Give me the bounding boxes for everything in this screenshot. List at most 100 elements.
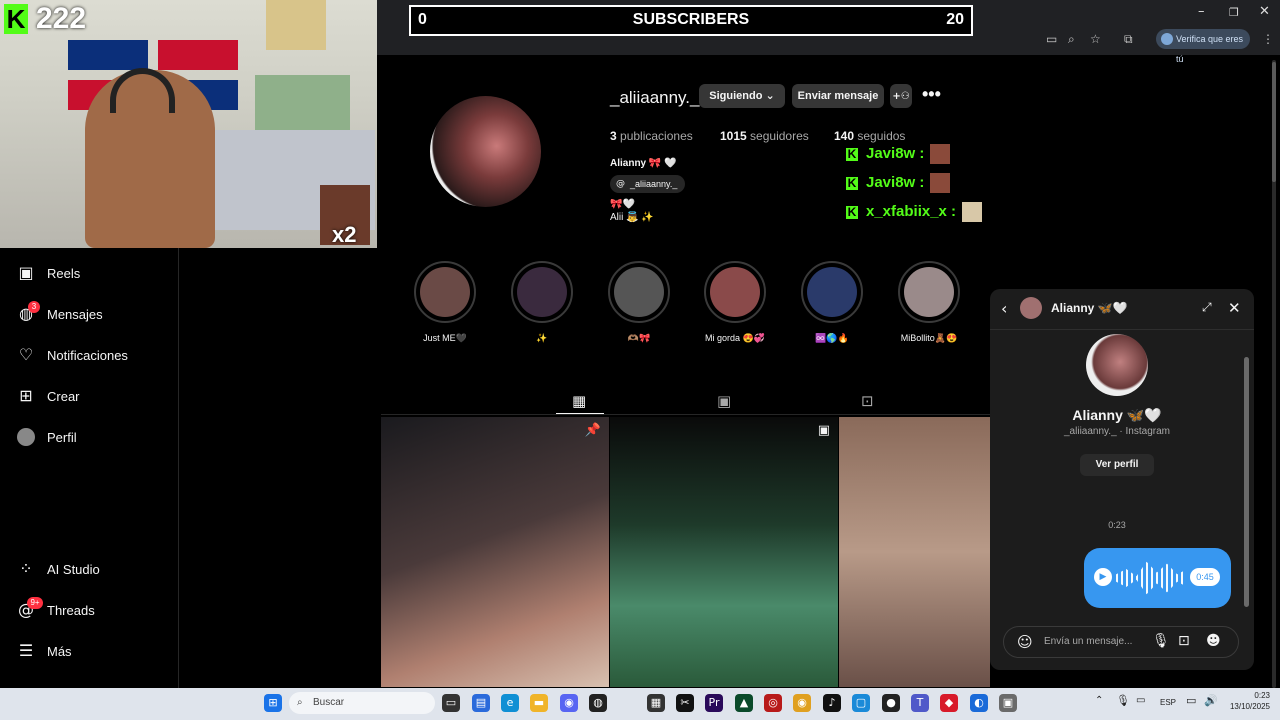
post-thumbnail[interactable]: ▣ xyxy=(610,417,838,687)
chat-header: ‹ Alianny 🦋🤍 ⤢ ✕ xyxy=(990,289,1254,330)
extensions-icon[interactable]: ⧉ xyxy=(1124,32,1133,47)
reels-tab-icon[interactable]: ▣ xyxy=(717,392,731,410)
post-thumbnail[interactable] xyxy=(839,417,990,687)
minimize-icon[interactable]: – xyxy=(1198,4,1205,19)
language-indicator[interactable]: ESP xyxy=(1160,698,1176,707)
task-view-icon[interactable]: ▭ xyxy=(442,694,460,712)
threads-small-icon: @ xyxy=(616,179,625,189)
discord-icon[interactable]: ◉ xyxy=(560,694,578,712)
view-profile-button[interactable]: Ver perfil xyxy=(1080,454,1154,476)
image-icon[interactable]: ⊡ xyxy=(1178,633,1190,649)
highlight-label: 🫶🏽🎀 xyxy=(627,333,651,343)
waveform-icon xyxy=(1116,561,1184,595)
obs-icon[interactable]: ● xyxy=(882,694,900,712)
profile-options-icon[interactable]: ••• xyxy=(922,84,941,105)
tiktok-icon[interactable]: ♪ xyxy=(823,694,841,712)
app-icon[interactable]: ▲ xyxy=(735,694,753,712)
premiere-icon[interactable]: Pr xyxy=(705,694,723,712)
clock-date: 13/10/2025 xyxy=(1229,702,1270,711)
app-icon[interactable]: ◍ xyxy=(589,694,607,712)
chat-title[interactable]: Alianny 🦋🤍 xyxy=(1051,301,1128,315)
volume-icon[interactable]: 🔊 xyxy=(1204,694,1218,707)
post-thumbnail[interactable]: 📌 xyxy=(381,417,609,687)
highlight-circle[interactable] xyxy=(414,261,476,323)
stat-posts: 3 publicaciones xyxy=(610,129,693,143)
profile-avatar-large[interactable] xyxy=(430,96,541,207)
highlight-circle[interactable] xyxy=(608,261,670,323)
sidebar-divider xyxy=(178,248,179,688)
verify-identity-chip[interactable]: Verifica que eres tú xyxy=(1156,29,1250,64)
send-message-button[interactable]: Enviar mensaje xyxy=(792,84,884,108)
stat-following[interactable]: 140 seguidos xyxy=(834,129,905,143)
heart-icon: ♡ xyxy=(18,345,34,364)
suggest-people-button[interactable]: +⚇ xyxy=(890,84,912,108)
close-icon[interactable]: ✕ xyxy=(1228,299,1241,317)
app-icon[interactable]: ▣ xyxy=(999,694,1017,712)
app-icon[interactable]: ◐ xyxy=(970,694,988,712)
profile-display-name: Alianny 🎀 🤍 xyxy=(610,158,677,169)
app-icon[interactable]: ▢ xyxy=(852,694,870,712)
keyboard-icon[interactable]: ▭ xyxy=(1136,695,1145,706)
chat-profile-subtitle: _aliiaanny._ · Instagram xyxy=(1064,426,1170,437)
page-scrollbar-thumb[interactable] xyxy=(1272,62,1276,182)
tagged-tab-icon[interactable]: ⊡ xyxy=(861,392,874,410)
browser-menu-icon[interactable]: ⋮ xyxy=(1262,32,1274,46)
play-icon[interactable]: ▶ xyxy=(1094,568,1112,586)
emote-image xyxy=(962,202,983,222)
windows-start-icon[interactable]: ⊞ xyxy=(264,694,282,712)
network-icon[interactable]: ▭ xyxy=(1186,694,1196,707)
back-arrow-icon[interactable]: ‹ xyxy=(1001,299,1007,318)
kick-chat-line: K Javi8w : xyxy=(846,144,951,164)
kick-viewer-count: 222 xyxy=(36,2,87,35)
kick-small-icon: K xyxy=(846,204,858,219)
chat-scrollbar[interactable] xyxy=(1244,357,1249,607)
chrome-icon[interactable]: ◉ xyxy=(793,694,811,712)
file-explorer-icon[interactable]: ▬ xyxy=(530,694,548,712)
add-person-icon: +⚇ xyxy=(892,91,910,102)
emote-image xyxy=(930,173,951,193)
tray-chevron-icon[interactable]: ⌃ xyxy=(1095,695,1103,706)
teams-icon[interactable]: T xyxy=(911,694,929,712)
grid-tab-icon[interactable]: ▦ xyxy=(572,392,586,410)
app-icon[interactable]: ▤ xyxy=(472,694,490,712)
highlight-circle[interactable] xyxy=(511,261,573,323)
chat-profile-avatar[interactable] xyxy=(1086,334,1148,396)
chat-avatar[interactable] xyxy=(1020,297,1042,319)
message-input[interactable]: Envía un mensaje... xyxy=(1044,636,1132,647)
zoom-icon[interactable]: ⌕ xyxy=(1068,32,1075,47)
microphone-tray-icon[interactable]: 🎙 xyxy=(1116,694,1130,707)
taskbar-search[interactable]: ⌕ Buscar xyxy=(289,692,435,714)
voice-message-bubble[interactable]: ▶ 0:45 xyxy=(1084,548,1231,608)
highlight-circle[interactable] xyxy=(704,261,766,323)
bookmark-star-icon[interactable]: ☆ xyxy=(1090,32,1101,46)
highlight-label: Mi gorda 😍💞 xyxy=(705,333,765,343)
search-icon: ⌕ xyxy=(297,697,303,708)
dm-chat-window: ‹ Alianny 🦋🤍 ⤢ ✕ Alianny 🦋🤍 _aliiaanny._… xyxy=(990,289,1254,670)
app-icon[interactable]: ▦ xyxy=(647,694,665,712)
windows-taskbar xyxy=(0,688,1280,720)
expand-icon[interactable]: ⤢ xyxy=(1202,300,1212,315)
message-input-bar: ☺ Envía un mensaje... 🎙 ⊡ ☻ xyxy=(1003,626,1239,658)
highlight-label: Just ME🖤 xyxy=(423,333,467,343)
message-timestamp: 0:23 xyxy=(1108,520,1126,530)
highlight-circle[interactable] xyxy=(801,261,863,323)
taskbar-clock[interactable]: 0:23 13/10/2025 xyxy=(1230,690,1270,712)
close-window-icon[interactable]: ✕ xyxy=(1259,4,1270,19)
profile-avatar xyxy=(17,428,35,446)
app-icon[interactable]: ◆ xyxy=(940,694,958,712)
maximize-icon[interactable]: ❐ xyxy=(1229,6,1239,19)
highlight-label: MiBollito🧸😍 xyxy=(900,333,958,343)
microphone-icon[interactable]: 🎙 xyxy=(1152,633,1170,649)
sticker-icon[interactable]: ☻ xyxy=(1206,633,1221,649)
subscribers-goal-bar: 0 SUBSCRIBERS 20 xyxy=(409,5,973,36)
stat-followers[interactable]: 1015 seguidores xyxy=(720,129,809,143)
following-button[interactable]: Siguiendo ⌄ xyxy=(699,84,785,108)
edge-icon[interactable]: e xyxy=(501,694,519,712)
emoji-icon[interactable]: ☺ xyxy=(1017,633,1033,651)
capcut-icon[interactable]: ✂ xyxy=(676,694,694,712)
threads-handle-chip[interactable]: @ _aliiaanny._ xyxy=(610,175,686,193)
bio-line-2: Alii 👼 ✨ xyxy=(610,212,654,223)
cast-icon[interactable]: ▭ xyxy=(1046,32,1057,46)
highlight-circle[interactable] xyxy=(898,261,960,323)
app-icon[interactable]: ◎ xyxy=(764,694,782,712)
